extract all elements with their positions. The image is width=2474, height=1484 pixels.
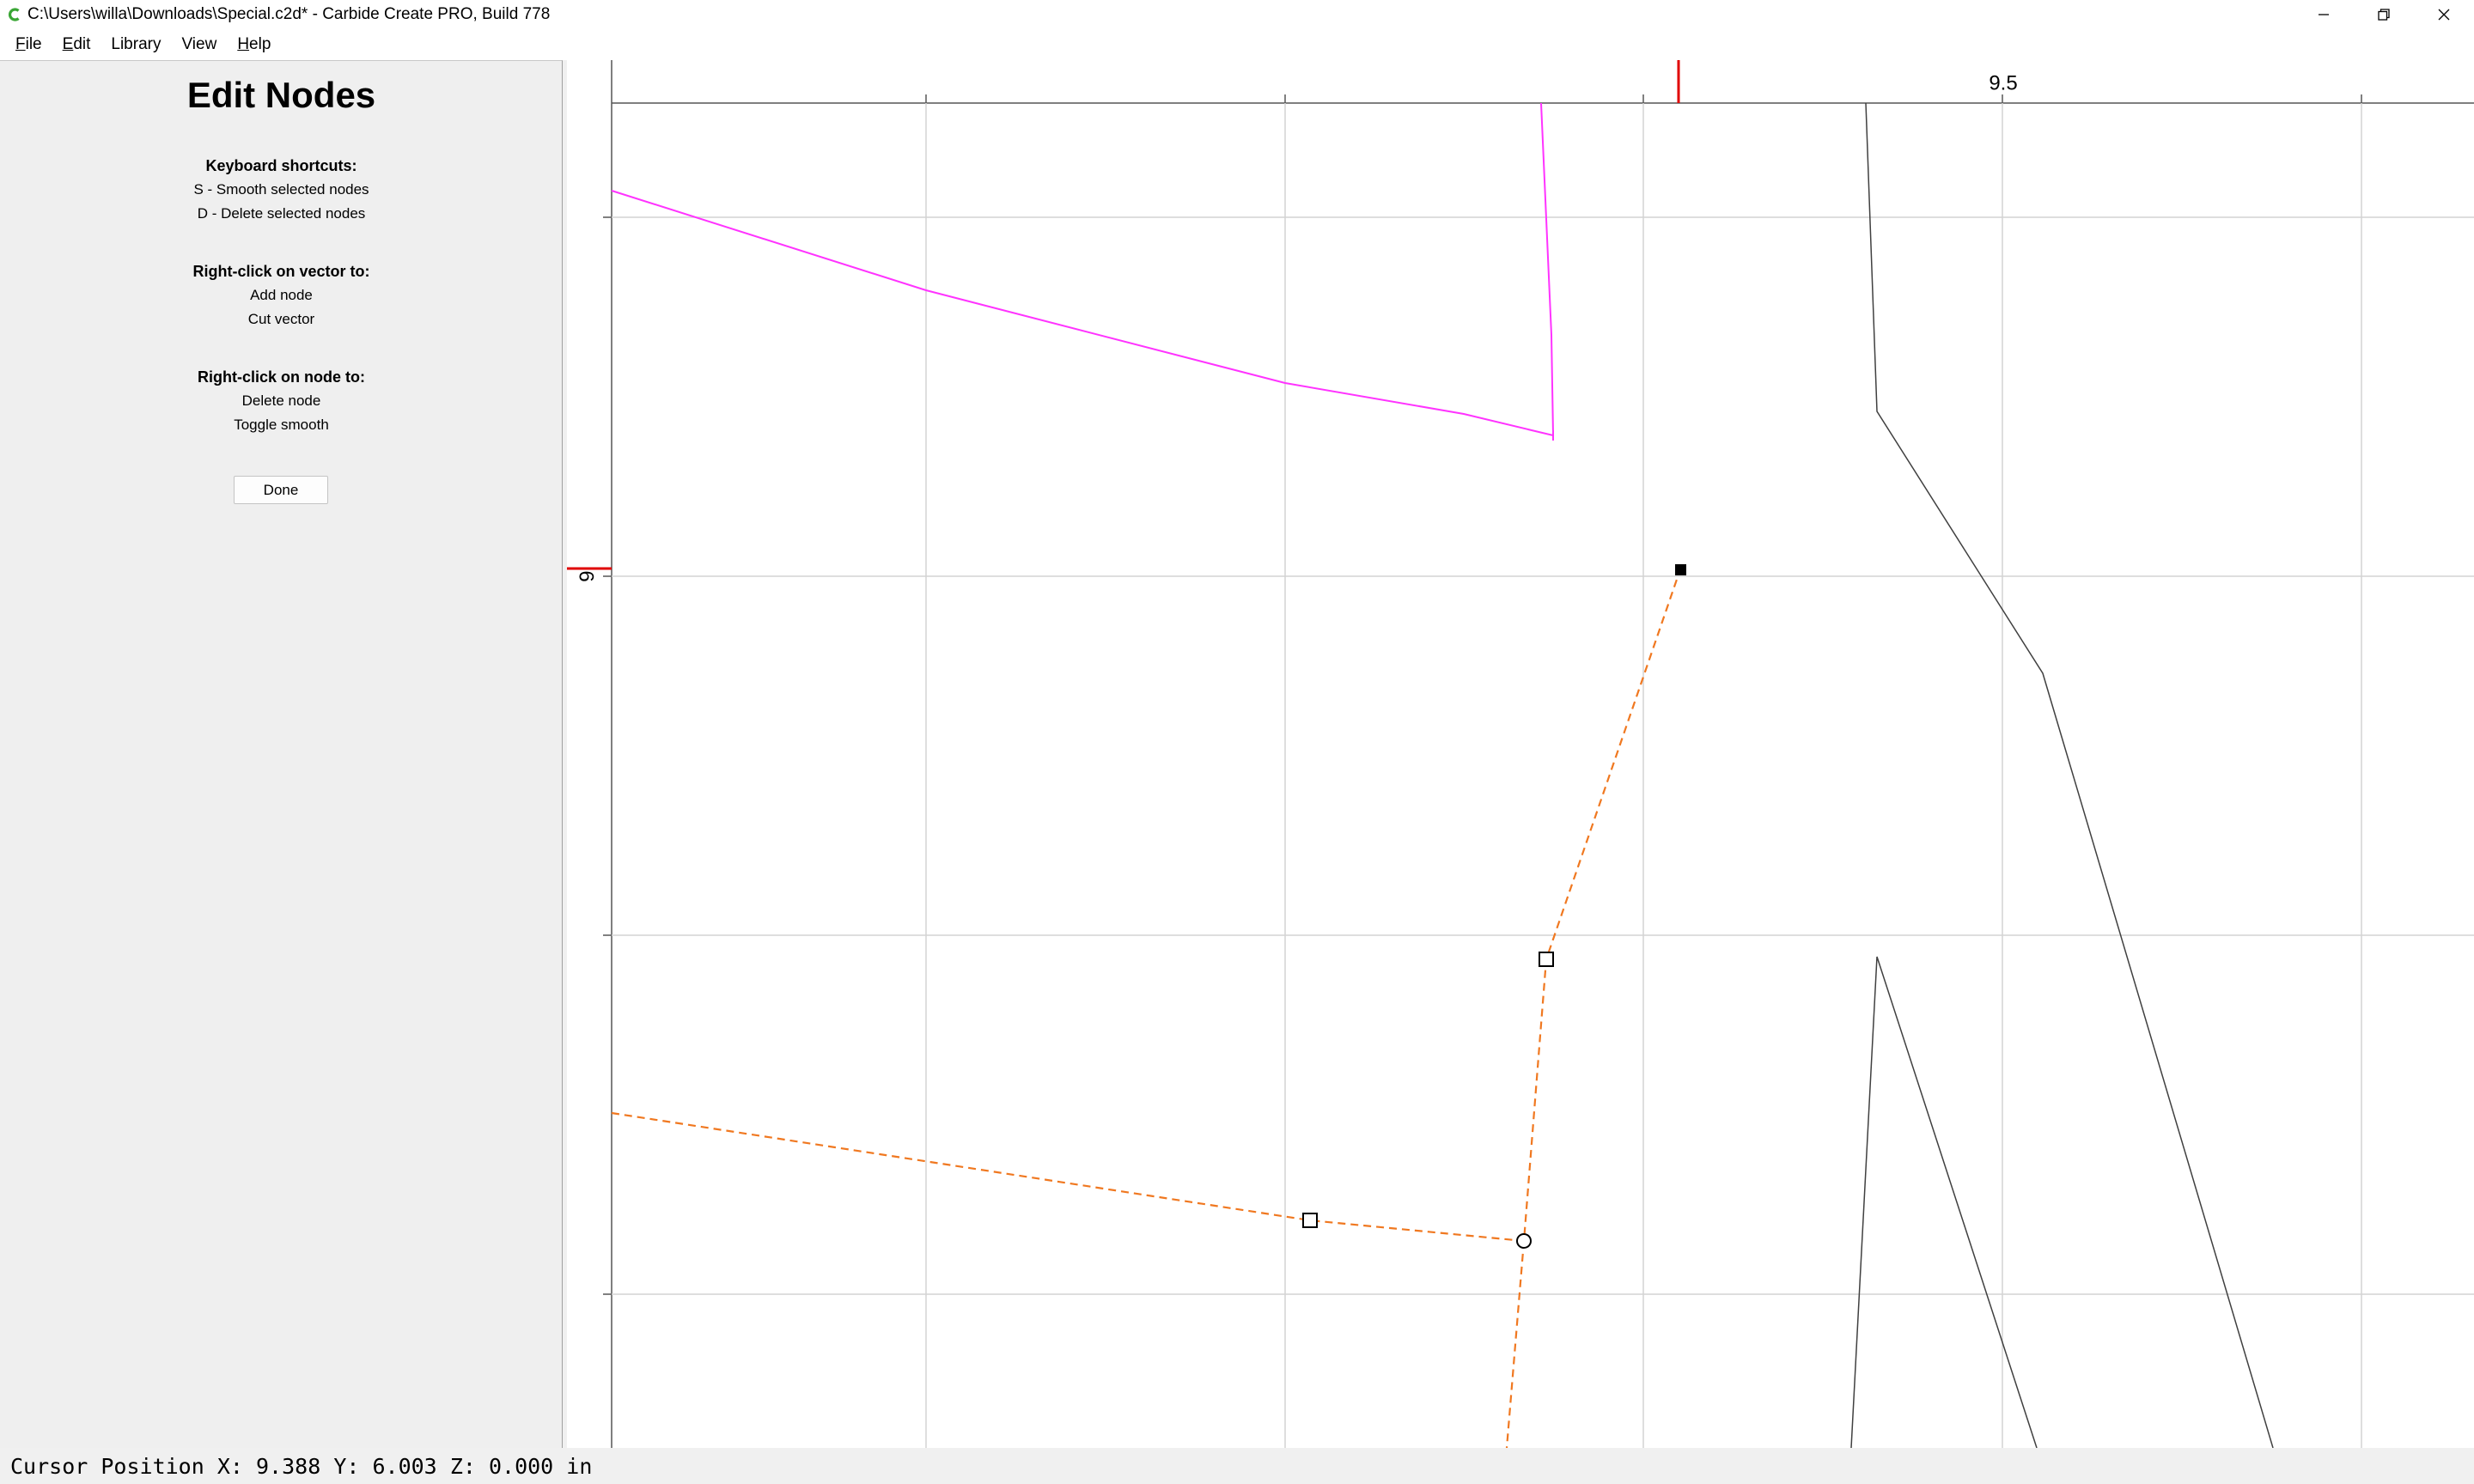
design-canvas-drawing[interactable]: 9.5 6	[567, 60, 2474, 1448]
menu-edit[interactable]: Edit	[52, 29, 101, 60]
node-handle[interactable]	[1539, 952, 1554, 967]
status-bar: Cursor Position X: 9.388 Y: 6.003 Z: 0.0…	[0, 1448, 2474, 1484]
node-handle[interactable]	[1302, 1213, 1318, 1228]
vector-cut: Cut vector	[247, 311, 315, 327]
magenta-vector[interactable]	[611, 102, 1555, 437]
node-menu-section: Right-click on node to: Delete node Togg…	[0, 365, 563, 437]
title-bar: C:\Users\willa\Downloads\Special.c2d* - …	[0, 0, 2474, 29]
node-delete: Delete node	[241, 392, 321, 409]
node-toggle-smooth: Toggle smooth	[234, 417, 329, 433]
menu-file[interactable]: File	[5, 29, 52, 60]
selected-vector[interactable]	[611, 569, 1682, 1243]
dark-vector[interactable]	[1865, 102, 2274, 1448]
restore-button[interactable]	[2354, 0, 2414, 29]
edit-nodes-panel: Edit Nodes Keyboard shortcuts: S - Smoot…	[0, 60, 563, 1448]
menu-view[interactable]: View	[171, 29, 227, 60]
node-handle-smooth[interactable]	[1516, 1233, 1532, 1249]
grid	[612, 103, 2474, 1448]
shortcut-delete: D - Delete selected nodes	[197, 205, 366, 222]
ruler-label-y: 6	[575, 570, 598, 581]
selected-vector-tail[interactable]	[1505, 1240, 1526, 1448]
close-button[interactable]	[2414, 0, 2474, 29]
shortcuts-header: Keyboard shortcuts:	[205, 157, 357, 174]
minimize-icon	[2319, 14, 2329, 15]
menu-bar: File Edit Library View Help	[0, 29, 2474, 60]
vector-menu-header: Right-click on vector to:	[192, 263, 370, 280]
window-title: C:\Users\willa\Downloads\Special.c2d* - …	[27, 5, 551, 23]
shortcut-smooth: S - Smooth selected nodes	[193, 181, 369, 198]
ruler-ticks	[603, 94, 2362, 1295]
menu-help[interactable]: Help	[227, 29, 281, 60]
carbide-c-icon	[0, 0, 29, 29]
panel-title: Edit Nodes	[186, 75, 376, 115]
vector-add-node: Add node	[250, 287, 313, 303]
menu-library[interactable]: Library	[101, 29, 171, 60]
minimize-button[interactable]	[2294, 0, 2354, 29]
restore-icon	[2378, 9, 2390, 21]
top-ruler	[567, 60, 2474, 103]
vector-menu-section: Right-click on vector to: Add node Cut v…	[0, 259, 563, 331]
done-button[interactable]: Done	[234, 476, 328, 504]
cursor-position-readout: Cursor Position X: 9.388 Y: 6.003 Z: 0.0…	[10, 1453, 593, 1479]
dark-vector[interactable]	[1850, 956, 2038, 1448]
node-menu-header: Right-click on node to:	[198, 368, 365, 386]
keyboard-shortcuts-section: Keyboard shortcuts: S - Smooth selected …	[0, 154, 563, 226]
ruler-label-x: 9.5	[1989, 72, 2017, 95]
left-ruler	[567, 60, 612, 1448]
close-icon	[2438, 9, 2450, 21]
node-handle-selected[interactable]	[1675, 564, 1686, 575]
